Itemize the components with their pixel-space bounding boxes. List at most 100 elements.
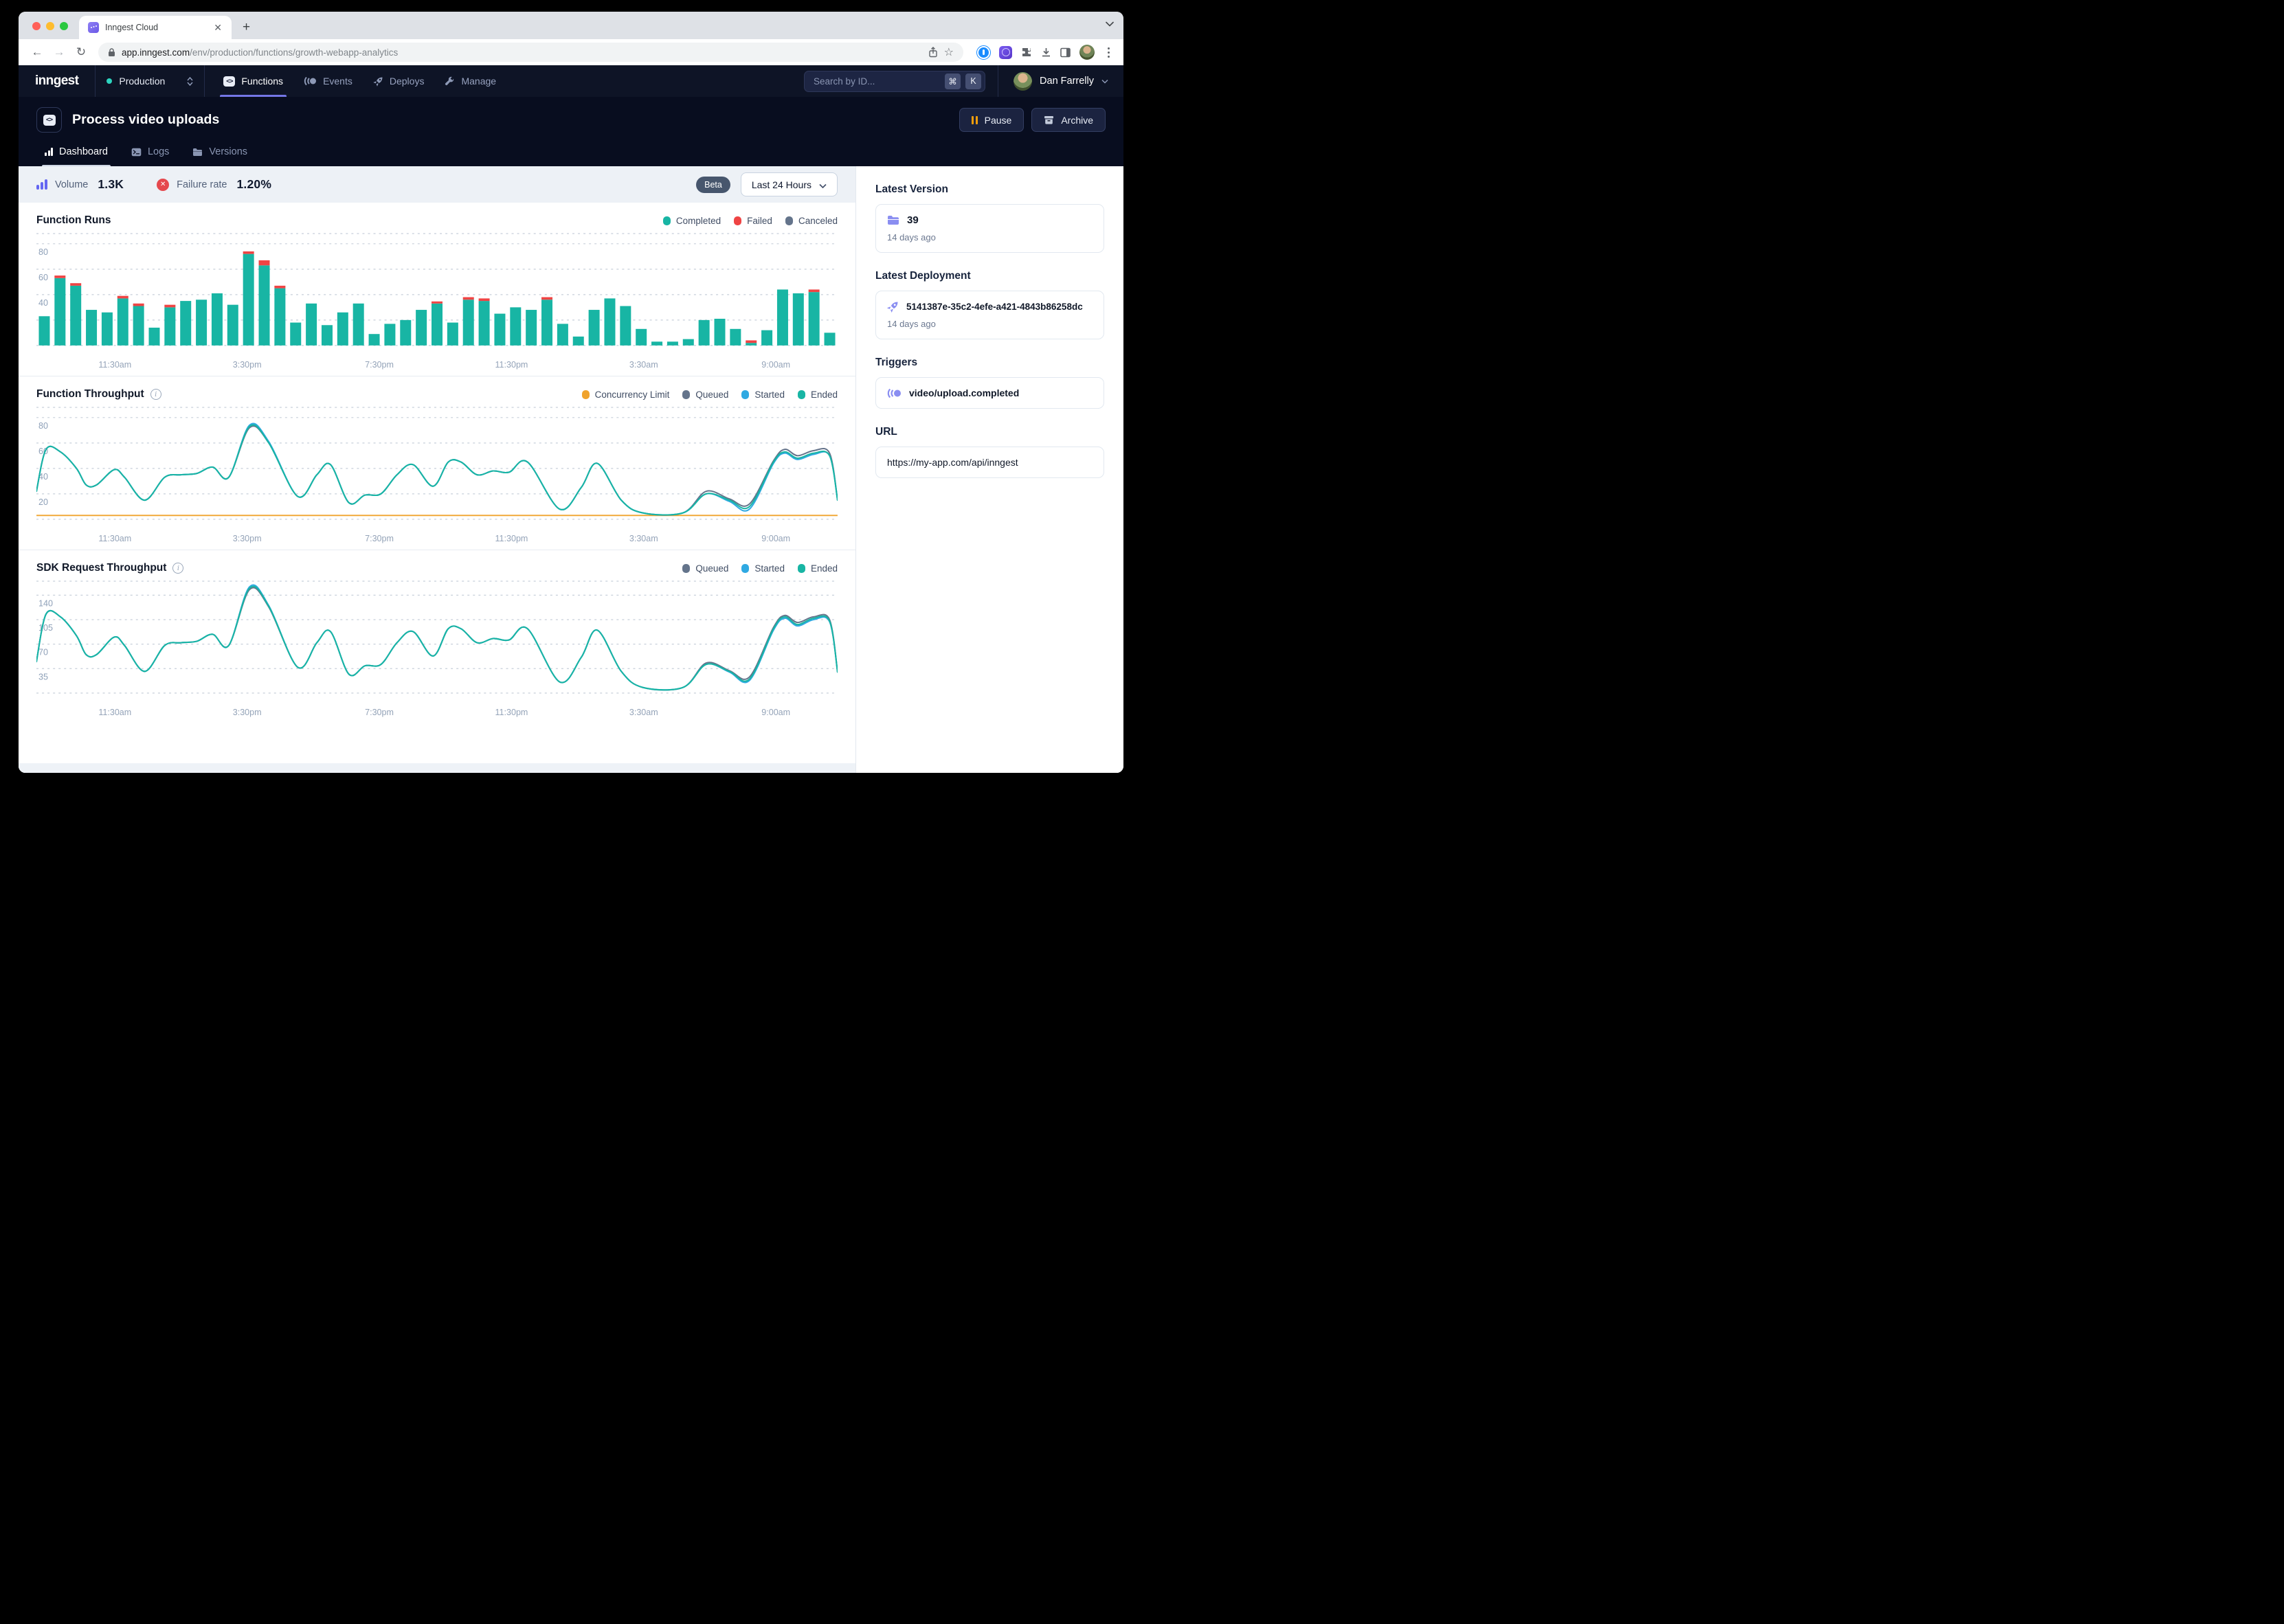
tab-close-icon[interactable]: ✕ [211,21,225,34]
legend-item: Failed [734,216,772,226]
svg-text:11:30am: 11:30am [98,708,131,717]
triggers-group: Triggers video/upload.completed [875,357,1104,409]
svg-text:3:30pm: 3:30pm [233,360,262,370]
nav-item-functions[interactable]: <> Functions [213,65,293,97]
rocket-icon [373,76,383,87]
tab-versions[interactable]: Versions [184,139,256,166]
nav-item-deploys[interactable]: Deploys [363,65,435,97]
triggers-heading: Triggers [875,357,1104,369]
user-menu[interactable]: Dan Farrelly [998,65,1123,97]
legend-item: Ended [798,390,838,400]
close-window-button[interactable] [32,22,41,30]
maximize-window-button[interactable] [60,22,68,30]
app-navigation: inngest Production <> Functions Events [19,65,1123,97]
browser-extensions [977,45,1114,60]
side-panel-icon[interactable] [1060,47,1071,58]
minimize-window-button[interactable] [46,22,54,30]
k-key-badge: K [965,74,981,89]
address-bar[interactable]: app.inngest.com/env/production/functions… [98,43,963,62]
svg-text:9:00am: 9:00am [761,534,790,543]
svg-text:7:30pm: 7:30pm [365,708,394,717]
bookmark-star-icon[interactable]: ☆ [944,45,954,59]
tab-logs[interactable]: Logs [123,139,177,166]
latest-version-value: 39 [907,214,919,226]
pause-button[interactable]: Pause [959,108,1025,132]
trigger-value: video/upload.completed [909,387,1019,398]
volume-bars-icon [36,179,47,190]
chart-title: Function Runs [36,214,111,227]
inngest-logo[interactable]: inngest [19,65,95,97]
volume-stat: Volume 1.3K [36,177,124,192]
function-runs-section: Function Runs CompletedFailedCanceled 20… [19,203,855,376]
function-runs-chart: 2040608011:30am3:30pm7:30pm11:30pm3:30am… [36,229,838,373]
search-placeholder: Search by ID... [814,76,940,87]
chart-title: Function Throughput [36,388,144,401]
svg-text:3:30pm: 3:30pm [233,534,262,543]
share-icon[interactable] [928,47,938,58]
lock-icon [108,48,115,57]
time-range-select[interactable]: Last 24 Hours [741,172,838,196]
volume-value: 1.3K [98,177,124,192]
version-folder-icon [887,215,899,225]
environment-switcher[interactable]: Production [95,65,205,97]
latest-deployment-card: 5141387e-35c2-4efe-a421-4843b86258dc 14 … [875,291,1104,339]
chart-legend: Concurrency LimitQueuedStartedEnded [582,390,838,400]
event-trigger-icon [887,388,902,398]
tab-dashboard[interactable]: Dashboard [36,139,116,166]
url-card: https://my-app.com/api/inngest [875,447,1104,478]
info-icon[interactable]: i [172,563,183,574]
legend-color-dot [798,390,805,399]
browser-profile-avatar[interactable] [1079,45,1095,60]
browser-url-bar: ← → ↻ app.inngest.com/env/production/fun… [19,39,1123,65]
cmd-key-badge: ⌘ [945,74,961,89]
svg-text:3:30am: 3:30am [629,534,658,543]
sdk-request-throughput-section: SDK Request Throughput i QueuedStartedEn… [19,550,855,723]
back-icon[interactable]: ← [28,45,46,59]
latest-deployment-time: 14 days ago [887,319,1093,329]
pause-icon [972,116,978,124]
inngest-favicon [88,22,99,33]
bottom-strip [19,763,855,773]
chart-legend: QueuedStartedEnded [682,563,838,574]
svg-text:80: 80 [38,421,48,431]
purple-extension-icon[interactable] [999,46,1012,59]
browser-menu-icon[interactable] [1108,52,1110,54]
1password-extension-icon[interactable] [977,46,990,59]
new-tab-button[interactable]: + [238,20,254,35]
legend-color-dot [741,564,749,573]
svg-text:9:00am: 9:00am [761,360,790,370]
legend-color-dot [785,216,793,225]
reload-icon[interactable]: ↻ [72,45,90,59]
svg-text:7:30pm: 7:30pm [365,534,394,543]
nav-item-manage[interactable]: Manage [434,65,506,97]
nav-item-events[interactable]: Events [293,65,363,97]
svg-text:105: 105 [38,623,53,633]
svg-text:3:30am: 3:30am [629,708,658,717]
browser-tab[interactable]: Inngest Cloud ✕ [79,16,232,39]
page-title: Process video uploads [72,112,220,128]
trigger-card: video/upload.completed [875,377,1104,409]
sdk-request-throughput-chart: 357010514011:30am3:30pm7:30pm11:30pm3:30… [36,577,838,721]
details-sidebar: Latest Version 39 14 days ago Latest Dep… [855,166,1123,773]
legend-item: Queued [682,563,728,574]
search-input[interactable]: Search by ID... ⌘ K [804,71,985,92]
function-throughput-section: Function Throughput i Concurrency LimitQ… [19,376,855,550]
svg-text:11:30pm: 11:30pm [495,534,528,543]
archive-button[interactable]: Archive [1031,108,1106,132]
legend-item: Completed [663,216,721,226]
forward-icon[interactable]: → [50,45,68,59]
puzzle-extensions-icon[interactable] [1021,47,1032,58]
functions-icon: <> [223,76,235,87]
dashboard-icon [45,148,53,156]
tab-search-chevron-icon[interactable] [1106,18,1114,30]
logs-terminal-icon [131,148,142,157]
download-icon[interactable] [1041,47,1051,58]
legend-color-dot [734,216,741,225]
function-throughput-chart: 2040608011:30am3:30pm7:30pm11:30pm3:30am… [36,403,838,547]
legend-color-dot [582,390,590,399]
failure-x-icon: ✕ [157,179,169,191]
info-icon[interactable]: i [150,389,161,400]
svg-text:11:30pm: 11:30pm [495,708,528,717]
legend-color-dot [663,216,671,225]
svg-text:20: 20 [38,497,48,507]
